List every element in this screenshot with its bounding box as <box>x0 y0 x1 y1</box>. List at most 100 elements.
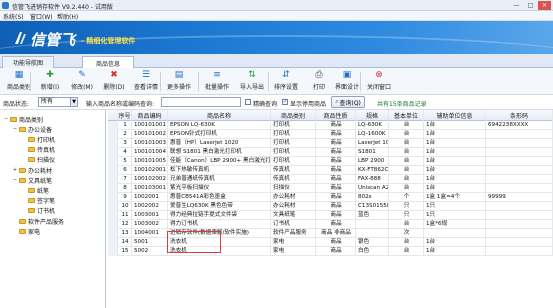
table-cell: 100101003 <box>134 140 167 146</box>
column-header[interactable]: 辅助单位信息 <box>424 110 486 121</box>
tree-node[interactable]: 软件产品服务 <box>12 216 64 226</box>
table-row[interactable]: 2 100101002 EPSON针式打印机 打印机 商品 LQ-1600K 台 1台 <box>108 130 553 139</box>
column-header[interactable]: 规格 <box>356 110 389 121</box>
table-row[interactable]: 4 100101004 联想 S1801 黑白激光打印机 打印机 商品 S1801 台 1台 <box>108 148 553 157</box>
tree-node[interactable]: 家电 <box>12 226 40 236</box>
table-row[interactable]: 12 1003002 得力订书机 订书机 商品 台 1盒*6规 <box>108 220 553 229</box>
tree-node[interactable]: 签字笔 <box>21 196 55 206</box>
tree-node[interactable]: 扫描仪 <box>21 155 55 165</box>
table-row[interactable]: 11 1003001 得力经典拉链手提式文件袋 文具纸笔 商品 蓝色 只 1只 <box>108 211 553 220</box>
table-row[interactable]: 6 100102001松下热敏传真机 传真机 商品 KX-FT862CN 台 1台 <box>108 166 553 175</box>
table-row[interactable]: 8 100103001紫光平板扫描仪 扫描仪 商品 Uniscan A2000 台 1台 <box>108 184 553 193</box>
table-cell <box>486 157 553 166</box>
table-cell: 个 <box>403 194 410 200</box>
table-cell: 台 <box>403 158 410 164</box>
table-cell: LQ-630K <box>358 122 383 128</box>
search-icon: ⌕ <box>335 98 339 105</box>
table-cell: 商品 <box>330 185 342 191</box>
collapse-icon[interactable]: − <box>12 126 18 132</box>
toolbar-button-10[interactable]: ▣ 界面设计 <box>331 70 363 93</box>
tree-node[interactable]: 传真机 <box>21 145 55 155</box>
column-header[interactable]: 商品编码 <box>132 110 168 121</box>
toolbar-button-label: 打印 <box>312 84 325 91</box>
app-banner: 信管飞 - 精细化管理软件 <box>0 21 553 54</box>
table-row[interactable]: 14 5001 洗衣机 家电 商品 银色 台 1台 <box>108 238 553 247</box>
table-row[interactable]: 7 100102002 兄弟普通纸传真机 传真机 商品 FAX-888 台 1台 <box>108 175 553 184</box>
column-header[interactable]: 条形码 <box>486 110 553 121</box>
table-cell: 11 <box>121 212 129 218</box>
status-select[interactable]: 所有 ▼ <box>38 97 78 107</box>
table-cell: 办公耗材 <box>273 203 296 209</box>
table-cell: 1台 <box>426 176 436 182</box>
table-cell: 商品 <box>330 140 342 146</box>
toolbar-button-6[interactable]: ≡ 批量操作 <box>201 70 233 93</box>
table-cell: 商品 <box>330 212 342 218</box>
table-cell: 传真机 <box>273 167 290 173</box>
tree-node[interactable]: − 商品类别 <box>3 114 43 124</box>
column-header[interactable]: 序号 <box>118 110 132 121</box>
table-cell: 订书机 <box>273 221 290 227</box>
table-row[interactable]: 1 100101001 EPSON LQ-630K 打印机 商品 LQ-630K 台 1台 69… <box>108 121 553 130</box>
tree-node[interactable]: 纸笔 <box>21 185 49 195</box>
toolbar-button-1[interactable]: ✚ 新增(I) <box>34 70 66 93</box>
exact-query-checkbox[interactable] <box>245 99 251 105</box>
search-input[interactable] <box>161 97 241 107</box>
tree-node[interactable]: + 办公耗材 <box>12 165 52 175</box>
table-cell: 台 <box>403 140 410 146</box>
table-row[interactable]: 3 100101003 惠普（HP）LaserJet 1020 打印机 商品 LaserJ… <box>108 139 553 148</box>
toolbar-button-8[interactable]: ⇵ 排序设置 <box>270 70 302 93</box>
maximize-button[interactable]: □ <box>524 1 537 10</box>
table-cell: 银色 <box>358 239 370 245</box>
title-bar: 信管飞进销存软件 V9.2.440 - 试用版 — □ ✕ <box>0 0 553 11</box>
toolbar-button-label: 更多操作 <box>166 84 191 91</box>
table-cell: 5002 <box>134 248 149 254</box>
table-cell: 只 <box>403 212 410 218</box>
tree-node[interactable]: 订书机 <box>21 206 55 216</box>
brand-slogan: - 精细化管理软件 <box>81 37 136 45</box>
table-row[interactable]: 15 5002 洗衣机 家电 商品 白色 台 1台 <box>108 247 553 256</box>
menu-window[interactable]: 窗口(W) <box>30 12 53 21</box>
tree-node[interactable]: 打印机 <box>21 134 55 144</box>
tree-node[interactable]: − 文具纸笔 <box>12 175 52 185</box>
close-button[interactable]: ✕ <box>538 1 551 10</box>
table-cell: 打印机 <box>273 149 290 155</box>
menu-system[interactable]: 系统(S) <box>3 12 24 21</box>
column-header[interactable]: 商品性质 <box>316 110 356 121</box>
collapse-icon[interactable]: − <box>12 177 18 183</box>
table-row[interactable]: 13 1004001 进销存软件(数据库版/软件实施) 软件产品服务 商品 非商品 次 <box>108 229 553 238</box>
table-row[interactable]: 9 1002001 惠普CB541A彩色墨盒 办公耗材 商品 802s 个 1盒 1盒=4个 9… <box>108 193 553 202</box>
menu-help[interactable]: 帮助(H) <box>57 12 78 21</box>
column-header[interactable]: 基本单位 <box>389 110 424 121</box>
toolbar-separator <box>30 72 31 91</box>
table-cell <box>486 139 553 148</box>
table-cell: 1003002 <box>134 221 159 227</box>
column-header[interactable]: 商品类别 <box>271 110 316 121</box>
table-cell: 文具纸笔 <box>273 212 296 218</box>
tree-node[interactable]: − 办公设备 <box>12 124 52 134</box>
table-cell: 13 <box>121 230 129 236</box>
grid-line <box>131 110 132 256</box>
show-disabled-checkbox[interactable]: ✓ <box>282 99 288 105</box>
logo-icon <box>15 32 26 44</box>
tree-node-label: 家电 <box>28 228 41 236</box>
table-row[interactable]: 10 1002002 爱普生LQ630K 黑色色带 办公耗材 商品 C13S015583 只… <box>108 202 553 211</box>
toolbar-button-5[interactable]: ▤ 更多操作 <box>163 70 195 93</box>
toolbar-button-4[interactable]: ☰ 查看详情 <box>130 70 162 93</box>
table-cell <box>486 211 553 220</box>
toolbar-button-3[interactable]: ✖ 删除(D) <box>98 70 130 93</box>
toolbar-button-7[interactable]: ⇅ 导入导出 <box>236 70 268 93</box>
expand-icon[interactable]: + <box>12 167 18 173</box>
toolbar-button-2[interactable]: ✎ 修改(M) <box>66 70 98 93</box>
column-header[interactable]: 商品名称 <box>168 110 271 121</box>
window-controls: — □ ✕ <box>510 1 551 10</box>
grid-line <box>485 110 486 256</box>
tab-function-nav[interactable]: 功能导航图 <box>2 56 54 68</box>
toolbar-button-11[interactable]: ⊗ 关闭窗口 <box>363 70 395 93</box>
table-row[interactable]: 5 100101005 佳能（Canon）LBP 2900+ 黑白激光打印机 打印机 商… <box>108 157 553 166</box>
collapse-icon[interactable]: − <box>3 116 9 122</box>
query-button[interactable]: ⌕ 查询(Q) <box>331 96 365 108</box>
toolbar-separator <box>360 72 361 91</box>
table-cell: 100101004 <box>134 149 167 155</box>
table-cell: 100101001 <box>134 122 167 128</box>
minimize-button[interactable]: — <box>510 1 523 10</box>
